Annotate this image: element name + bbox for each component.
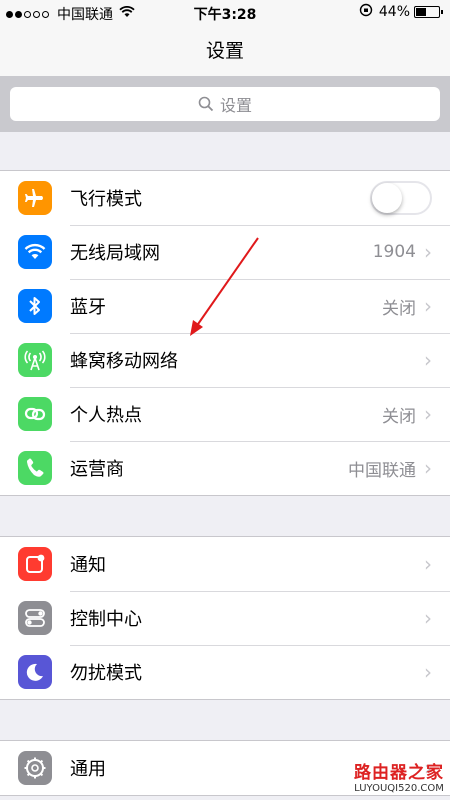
phone-icon <box>18 451 52 485</box>
row-label: 蓝牙 <box>70 297 106 318</box>
chevron-right-icon: › <box>424 552 432 576</box>
row-carrier[interactable]: 运营商 中国联通 › <box>0 441 450 495</box>
rotation-lock-icon <box>359 3 373 21</box>
row-label: 蜂窝移动网络 <box>70 351 178 372</box>
settings-group-system: 通知 › 控制中心 › 勿扰模式 › <box>0 536 450 700</box>
page-title: 设置 <box>0 26 450 76</box>
row-airplane-mode[interactable]: 飞行模式 <box>0 171 450 225</box>
row-bluetooth[interactable]: 蓝牙 关闭 › <box>0 279 450 333</box>
status-bar: 中国联通 下午3:28 44% <box>0 0 450 26</box>
row-value: 中国联通 <box>348 460 416 481</box>
search-input[interactable]: 设置 <box>10 87 440 121</box>
row-label: 通知 <box>70 555 106 576</box>
gear-icon <box>18 751 52 785</box>
airplane-icon <box>18 181 52 215</box>
row-label: 个人热点 <box>70 405 142 426</box>
settings-group-network: 飞行模式 无线局域网 1904 › 蓝牙 关闭 › 蜂窝移动网络 › 个人热点 … <box>0 170 450 496</box>
row-label: 勿扰模式 <box>70 663 142 684</box>
chevron-right-icon: › <box>424 606 432 630</box>
watermark-title: 路由器之家 <box>354 763 444 783</box>
search-placeholder: 设置 <box>219 96 252 115</box>
row-label: 运营商 <box>70 459 124 480</box>
watermark-url: LUYOUQI520.COM <box>354 783 444 794</box>
toggle-knob <box>372 183 402 213</box>
search-icon <box>198 96 214 112</box>
bluetooth-icon <box>18 289 52 323</box>
chevron-right-icon: › <box>424 294 432 318</box>
notification-icon <box>18 547 52 581</box>
row-wifi[interactable]: 无线局域网 1904 › <box>0 225 450 279</box>
search-area: 设置 <box>0 76 450 132</box>
row-hotspot[interactable]: 个人热点 关闭 › <box>0 387 450 441</box>
cellular-icon <box>18 343 52 377</box>
airplane-mode-toggle[interactable] <box>370 181 432 215</box>
row-cellular[interactable]: 蜂窝移动网络 › <box>0 333 450 387</box>
chevron-right-icon: › <box>424 456 432 480</box>
row-value: 关闭 <box>382 298 416 319</box>
control-center-icon <box>18 601 52 635</box>
chevron-right-icon: › <box>424 240 432 264</box>
row-control-center[interactable]: 控制中心 › <box>0 591 450 645</box>
hotspot-icon <box>18 397 52 431</box>
row-notifications[interactable]: 通知 › <box>0 537 450 591</box>
chevron-right-icon: › <box>424 348 432 372</box>
row-label: 飞行模式 <box>70 189 142 210</box>
row-value: 关闭 <box>382 406 416 427</box>
row-do-not-disturb[interactable]: 勿扰模式 › <box>0 645 450 699</box>
battery-icon <box>414 6 443 18</box>
row-value: 1904 <box>372 242 416 262</box>
row-label: 控制中心 <box>70 609 142 630</box>
wifi-icon <box>18 235 52 269</box>
row-label: 无线局域网 <box>70 243 160 264</box>
battery-percent: 44% <box>378 4 410 20</box>
watermark: 路由器之家 LUYOUQI520.COM <box>354 758 444 794</box>
chevron-right-icon: › <box>424 660 432 684</box>
battery-area: 44% <box>359 3 443 21</box>
chevron-right-icon: › <box>424 402 432 426</box>
moon-icon <box>18 655 52 689</box>
